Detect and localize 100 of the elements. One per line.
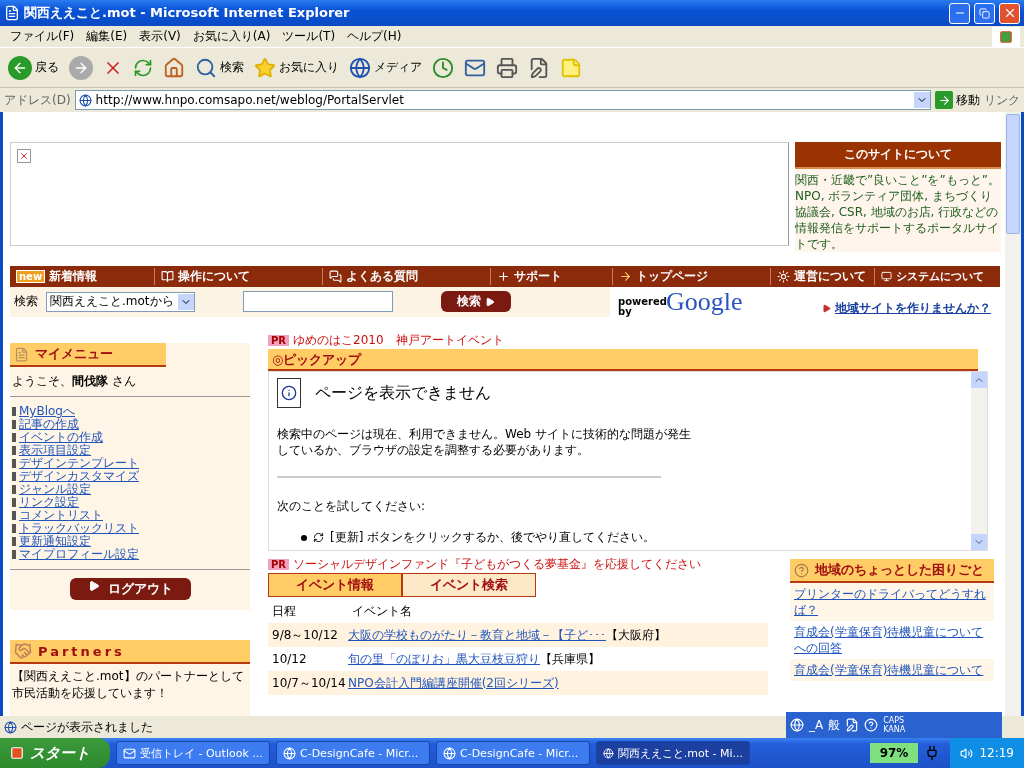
chat-icon [329, 269, 342, 283]
page-icon [4, 5, 20, 21]
menu-item[interactable]: ツール(T) [276, 28, 342, 45]
event-link[interactable]: 旬の里「のぼりお」黒大豆枝豆狩り [348, 650, 540, 668]
home-icon [163, 56, 185, 79]
search-field[interactable] [242, 291, 393, 313]
questions-heading: 地域のちょっとした困りごと [790, 559, 994, 583]
back-button[interactable]: 戻る [6, 53, 61, 82]
region-site-link[interactable]: 地域サイトを作りませんか？ [822, 300, 991, 317]
new-badge: new [16, 269, 46, 283]
event-tab[interactable]: イベント検索 [402, 573, 536, 597]
about-heading: このサイトについて [795, 142, 1001, 169]
minimize-button[interactable] [949, 2, 970, 24]
logout-button[interactable]: ログアウト [69, 578, 191, 600]
my-menu-heading: マイメニュー [10, 343, 166, 367]
scope-dropdown[interactable]: 関西ええこと.motから [46, 291, 195, 312]
broken-image-icon [17, 149, 31, 163]
taskbar-button[interactable]: C-DesignCafe - Micr... [436, 741, 590, 765]
globe-icon [603, 746, 614, 760]
clock-icon [432, 56, 454, 79]
page-icon [78, 93, 92, 107]
bullet-text: [更新] ボタンをクリックするか、後でやり直してください。 [330, 529, 656, 546]
search-button[interactable]: 検索 [440, 291, 511, 313]
page-icon [4, 720, 17, 734]
pr-link[interactable]: PR ゆめのはこ2010 神戸アートイベント [268, 331, 998, 349]
menu-link[interactable]: リンク設定 [19, 496, 79, 509]
globe-icon [283, 746, 296, 760]
page-scrollbar[interactable] [1005, 112, 1021, 716]
document-icon [14, 346, 29, 362]
taskbar-button[interactable]: 受信トレイ - Outlook ... [116, 741, 270, 765]
refresh-icon [133, 57, 153, 78]
input-mode-text[interactable]: _A [809, 718, 824, 732]
menu-link[interactable]: ジャンル設定 [19, 483, 91, 496]
nav-link[interactable]: new 新着情報 [10, 267, 155, 285]
taskbar-button[interactable]: C-DesignCafe - Micr... [276, 741, 430, 765]
menu-item[interactable]: お気に入り(A) [186, 28, 277, 45]
event-tab[interactable]: イベント情報 [268, 573, 402, 597]
prefecture-text: 【兵庫県】 [540, 650, 600, 668]
pickup-heading: ◎ピックアップ [268, 349, 978, 371]
menu-link[interactable]: 表示項目設定 [19, 444, 91, 457]
menu-link[interactable]: コメントリスト [19, 509, 103, 522]
plus-icon [497, 269, 510, 283]
menu-link[interactable]: トラックバックリスト [19, 522, 139, 535]
date-cell-text: 10/12 [271, 652, 308, 666]
search-button[interactable]: 検索 [193, 54, 246, 81]
book-icon [161, 269, 174, 283]
kana-text: KANA [883, 725, 906, 734]
restore-button[interactable] [974, 2, 995, 24]
help-icon [864, 718, 879, 732]
menu-link[interactable]: マイプロフィール設定 [19, 548, 139, 561]
menu-link[interactable]: MyBlogへ [19, 405, 75, 418]
event-link[interactable]: NPO会計入門編講座開催(2回シリーズ) [348, 674, 559, 692]
window-title: 関西ええこと.mot - Microsoft Internet Explorer [24, 4, 351, 22]
event-link[interactable]: 大阪の学校ものがたり－教育と地域－【子ど･･･ [348, 626, 606, 644]
caps-text: CAPS [883, 716, 906, 725]
taskbar-button[interactable]: 関西ええこと.mot - Mi... [596, 741, 750, 765]
question-link[interactable]: 育成会(学童保育)待機児童についてへの回答 [794, 624, 990, 656]
note-icon [560, 56, 582, 79]
nav-link[interactable]: システムについて [875, 268, 1000, 284]
menu-item[interactable]: 編集(E) [80, 28, 134, 45]
menu-link[interactable]: デザインカスタマイズ [19, 470, 139, 483]
close-button[interactable] [999, 2, 1020, 24]
refresh-icon [313, 532, 324, 543]
play-icon [822, 304, 831, 313]
printer-icon [496, 56, 518, 79]
nav-link[interactable]: サポート [491, 267, 613, 285]
handshake-icon [14, 642, 32, 660]
favorites-button[interactable]: お気に入り [252, 54, 341, 81]
frame-scrollbar[interactable] [971, 372, 987, 550]
nav-link[interactable]: 運営について [771, 267, 875, 285]
menu-link[interactable]: イベントの作成 [19, 431, 103, 444]
partners-heading: Partners [10, 640, 250, 664]
input-mode-text[interactable]: 般 [828, 716, 841, 734]
address-field[interactable]: http://www.hnpo.comsapo.net/weblog/PortalServlet [74, 90, 931, 110]
menu-item[interactable]: 表示(V) [133, 28, 187, 45]
edit-icon [845, 718, 860, 732]
menu-link[interactable]: 更新通知設定 [19, 535, 91, 548]
links-label[interactable]: リンク [984, 91, 1020, 109]
speaker-icon[interactable] [960, 746, 974, 760]
search-label: 検索 [14, 293, 38, 311]
nav-link[interactable]: 操作について [155, 267, 323, 285]
bullet-icon [301, 534, 307, 541]
info-icon [277, 378, 301, 408]
menu-item[interactable]: ファイル(F) [4, 28, 81, 45]
menu-item[interactable]: ヘルプ(H) [341, 28, 408, 45]
nav-link[interactable]: よくある質問 [323, 267, 491, 285]
menu-link[interactable]: 記事の作成 [19, 418, 79, 431]
nav-link[interactable]: トップページ [613, 267, 771, 285]
restore-icon [979, 7, 990, 19]
start-button[interactable]: スタート [0, 738, 110, 768]
globe-icon [790, 718, 804, 732]
search-icon [195, 56, 217, 79]
column-header: イベント名 [351, 602, 412, 620]
menu-link[interactable]: デザインテンプレート [19, 457, 139, 470]
error-title: ページを表示できません [315, 382, 491, 404]
star-icon [254, 56, 276, 79]
play-icon [484, 296, 495, 307]
media-button[interactable]: メディア [347, 54, 424, 81]
partners-text: 【関西ええこと.mot】のパートナーとして市民活動を応援しています！ [11, 668, 245, 702]
go-button[interactable]: 移動 [935, 91, 980, 109]
